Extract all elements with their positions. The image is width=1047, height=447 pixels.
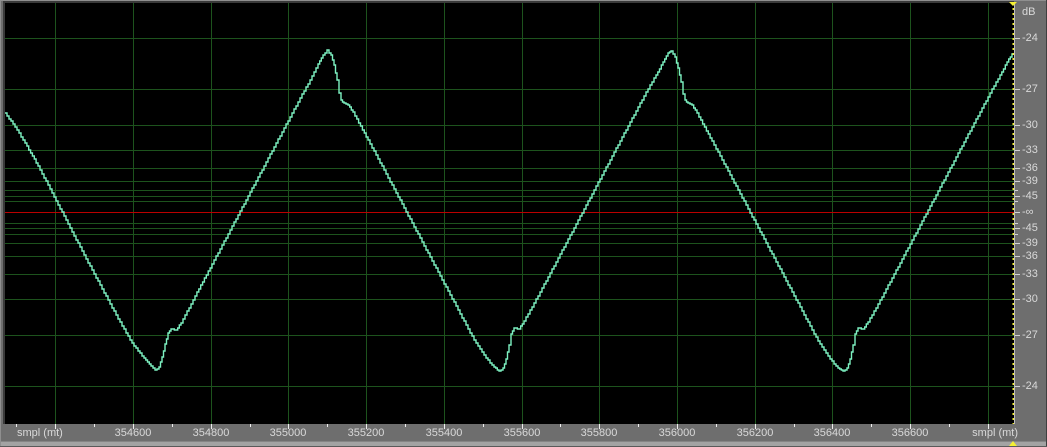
- db-axis-tick: [1015, 181, 1020, 182]
- db-axis-tick: [1015, 274, 1020, 275]
- db-axis-label: -30: [1022, 293, 1038, 305]
- sample-axis-tick: [172, 424, 173, 427]
- db-axis-tick: [1015, 168, 1020, 169]
- db-axis-tick: [1015, 243, 1020, 244]
- sample-axis-right-label: smpl (mt): [972, 427, 1018, 439]
- db-axis-tick: [1015, 386, 1020, 387]
- db-axis-label: -33: [1022, 144, 1038, 156]
- db-axis-tick: [1015, 228, 1020, 229]
- sample-axis-label: 354600: [114, 427, 152, 439]
- db-axis-tick: [1015, 223, 1018, 224]
- sample-axis-label: 355000: [269, 427, 307, 439]
- db-axis-tick: [1015, 299, 1020, 300]
- db-axis-tick: [1015, 212, 1020, 213]
- db-axis-label: -39: [1022, 237, 1038, 249]
- db-axis-tick: [1015, 150, 1020, 151]
- waveform-window: dB -24 -27 -30 -33 -36 -39 -45 -∞ -45 -39 -36 -33 -3…: [0, 0, 1047, 447]
- sample-axis-label: 354800: [192, 427, 230, 439]
- db-axis-label: -27: [1022, 329, 1038, 341]
- sample-axis-label: 355800: [580, 427, 618, 439]
- db-axis-tick: [1015, 234, 1018, 235]
- db-axis-tick: [1015, 89, 1020, 90]
- db-axis-label: -36: [1022, 250, 1038, 262]
- db-axis-label: -36: [1022, 162, 1038, 174]
- sample-axis-tick: [560, 424, 561, 427]
- sample-axis-label: 355600: [503, 427, 541, 439]
- sample-axis-label: 356200: [736, 427, 774, 439]
- db-axis-label: -24: [1022, 32, 1038, 44]
- sample-axis-label: 356600: [891, 427, 929, 439]
- waveform-trace: [5, 49, 1014, 372]
- sample-axis-tick: [94, 424, 95, 427]
- db-axis-label: -∞: [1022, 206, 1034, 218]
- db-axis-tick: [1015, 190, 1018, 191]
- sample-axis-label: 356000: [658, 427, 696, 439]
- sample-axis-tick: [638, 424, 639, 427]
- sample-axis-tick: [871, 424, 872, 427]
- db-axis-unit-label: dB: [1022, 6, 1036, 18]
- sample-axis-label: 355200: [347, 427, 385, 439]
- sample-axis-tick: [988, 424, 989, 429]
- sample-axis-bar: smpl (mt) smpl (mt) 354600 354800 355000 35…: [0, 424, 1047, 441]
- db-axis-tick: [1015, 196, 1020, 197]
- sample-axis-tick: [949, 424, 950, 427]
- sample-axis-tick: [716, 424, 717, 427]
- db-axis-label: -33: [1022, 268, 1038, 280]
- db-axis-label: -30: [1022, 119, 1038, 131]
- window-edge-left: [0, 0, 1, 447]
- sample-axis-tick: [405, 424, 406, 427]
- sample-axis-tick: [55, 424, 56, 429]
- db-axis-panel: dB -24 -27 -30 -33 -36 -39 -45 -∞ -45 -39 -36 -33 -3…: [1014, 2, 1047, 441]
- db-axis-label: -45: [1022, 190, 1038, 202]
- db-axis-label: -45: [1022, 222, 1038, 234]
- sample-axis-label: 355400: [425, 427, 463, 439]
- db-axis-label: -27: [1022, 83, 1038, 95]
- sample-axis-tick: [327, 424, 328, 427]
- db-axis-label: -39: [1022, 175, 1038, 187]
- sample-axis-tick: [250, 424, 251, 427]
- sample-axis-tick: [794, 424, 795, 427]
- db-axis-tick: [1015, 335, 1020, 336]
- db-axis-tick: [1015, 38, 1020, 39]
- db-axis-tick: [1015, 256, 1020, 257]
- db-axis-tick: [1015, 201, 1018, 202]
- db-axis-label: -24: [1022, 380, 1038, 392]
- sample-axis-label: 356400: [813, 427, 851, 439]
- cursor-top-marker-icon[interactable]: [1009, 2, 1017, 6]
- waveform-plot-area[interactable]: [3, 1, 1014, 424]
- sample-axis-tick: [483, 424, 484, 427]
- db-axis-tick: [1015, 125, 1020, 126]
- sample-axis-tick: [16, 424, 17, 427]
- waveform-svg: [5, 3, 1014, 424]
- window-edge-top: [0, 0, 1047, 1]
